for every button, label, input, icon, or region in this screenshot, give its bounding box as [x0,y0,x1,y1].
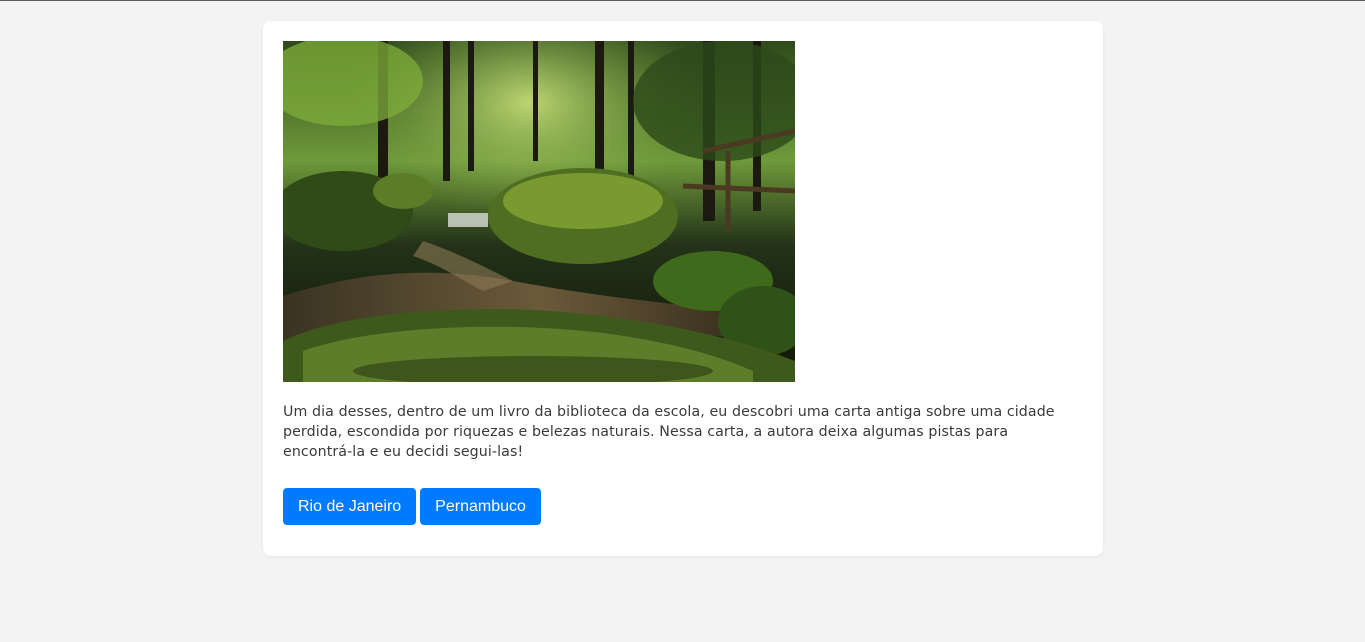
choice-buttons: Rio de Janeiro Pernambuco [283,488,541,525]
story-paragraph: Um dia desses, dentro de um livro da bib… [283,404,1055,460]
top-border [0,0,1365,1]
pernambuco-button[interactable]: Pernambuco [420,488,541,525]
rio-de-janeiro-button[interactable]: Rio de Janeiro [283,488,417,525]
forest-stream-image [283,41,795,382]
story-card: Um dia desses, dentro de um livro da bib… [263,21,1103,556]
